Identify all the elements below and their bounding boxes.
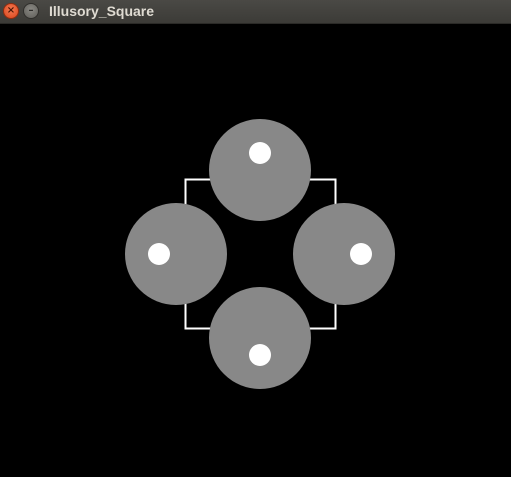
title-bar[interactable]: × – Illusory_Square — [0, 0, 511, 24]
right-disc — [293, 203, 395, 305]
top-dot — [249, 142, 271, 164]
right-dot — [350, 243, 372, 265]
close-icon[interactable]: × — [3, 3, 19, 19]
drawing-canvas — [0, 24, 511, 477]
app-window: × – Illusory_Square — [0, 0, 511, 477]
bottom-disc — [209, 287, 311, 389]
left-disc — [125, 203, 227, 305]
left-dot — [148, 243, 170, 265]
top-disc — [209, 119, 311, 221]
window-title: Illusory_Square — [49, 3, 155, 19]
minimize-icon[interactable]: – — [23, 3, 39, 19]
illusory-square-figure — [125, 119, 395, 389]
bottom-dot — [249, 344, 271, 366]
